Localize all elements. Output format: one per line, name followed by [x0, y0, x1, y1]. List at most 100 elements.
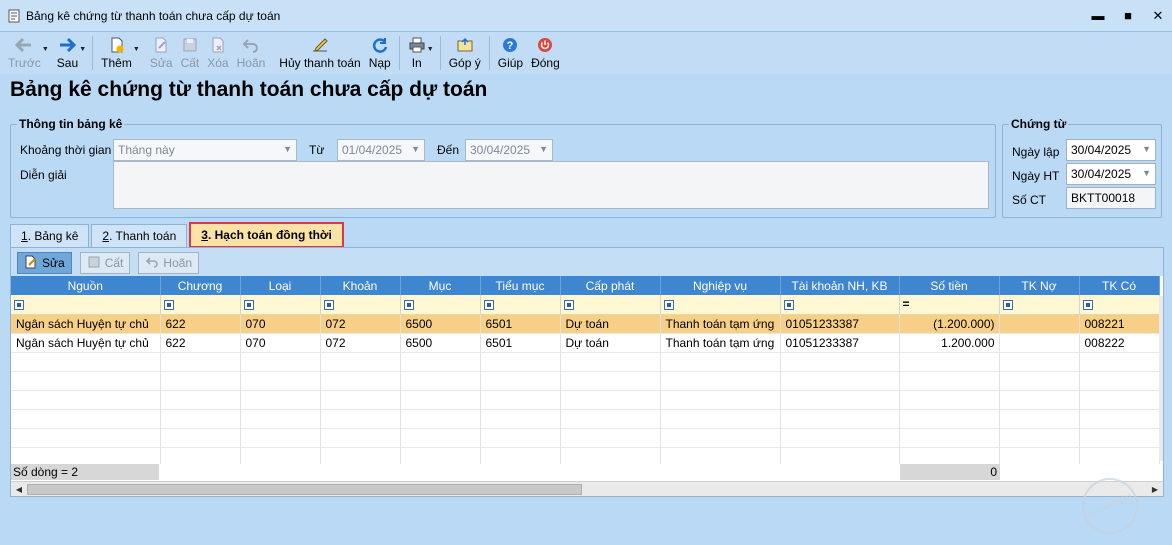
col-header[interactable]: Số tiền	[899, 276, 1000, 295]
scroll-thumb[interactable]	[27, 484, 582, 495]
cancel-payment-button[interactable]: Hủy thanh toán	[275, 32, 364, 72]
filter-cell[interactable]	[11, 295, 161, 315]
grid-edit-button[interactable]: Sửa	[17, 252, 72, 274]
from-date-picker[interactable]: 01/04/2025 ▼	[337, 139, 425, 161]
posting-date-picker[interactable]: 30/04/2025 ▼	[1066, 163, 1156, 185]
empty-row[interactable]	[11, 371, 1160, 391]
col-header[interactable]: TK Có	[1079, 276, 1160, 295]
filter-icon	[1082, 300, 1093, 311]
tab-panel: Sửa Cất Hoãn Nguồn Chương Loại Khoản Mục	[10, 247, 1164, 497]
chevron-down-icon[interactable]: ▼	[427, 46, 434, 53]
delete-icon	[209, 35, 227, 55]
col-header[interactable]: Loại	[240, 276, 321, 295]
col-header[interactable]: Mục	[400, 276, 481, 295]
add-doc-icon	[108, 35, 126, 55]
col-header[interactable]: TK Nợ	[999, 276, 1080, 295]
empty-row[interactable]	[11, 409, 1160, 429]
chevron-down-icon[interactable]: ▼	[79, 46, 86, 53]
amount-total: 0	[900, 464, 1000, 480]
horizontal-scrollbar[interactable]: ◀ ▶	[11, 481, 1163, 496]
col-header[interactable]: Nguồn	[11, 276, 161, 295]
col-header[interactable]: Tài khoản NH, KB	[780, 276, 900, 295]
chevron-down-icon: ▼	[1142, 168, 1151, 178]
filter-cell[interactable]	[400, 295, 481, 315]
col-header[interactable]: Nghiệp vụ	[660, 276, 781, 295]
posting-date-label: Ngày HT	[1012, 169, 1060, 183]
chevron-down-icon[interactable]: ▼	[42, 46, 49, 53]
scroll-left-icon[interactable]: ◀	[12, 482, 26, 496]
filter-cell[interactable]	[480, 295, 561, 315]
description-input[interactable]	[113, 161, 989, 209]
filter-cell[interactable]: =	[899, 295, 1000, 315]
grid-save-button[interactable]: Cất	[79, 252, 131, 274]
filter-icon	[483, 300, 494, 311]
scroll-right-icon[interactable]: ▶	[1148, 482, 1162, 496]
to-date-picker[interactable]: 30/04/2025 ▼	[465, 139, 553, 161]
empty-row[interactable]	[11, 428, 1160, 448]
empty-row[interactable]	[11, 390, 1160, 410]
voucher-no-field[interactable]: BKTT00018	[1066, 187, 1156, 209]
equals-icon: =	[902, 297, 910, 312]
col-header[interactable]: Cấp phát	[560, 276, 661, 295]
print-icon	[408, 35, 426, 55]
voucher-group-legend: Chứng từ	[1009, 117, 1069, 131]
undo-button[interactable]: Hoãn	[233, 32, 270, 72]
filter-cell[interactable]	[560, 295, 661, 315]
grid-undo-button[interactable]: Hoãn	[138, 252, 200, 274]
reload-button[interactable]: Nạp	[365, 32, 395, 72]
table-row[interactable]: Ngân sách Huyện tự chủ 622 070 072 6500 …	[11, 314, 1160, 334]
print-button[interactable]: In ▼	[404, 32, 434, 72]
description-label: Diễn giải	[20, 168, 67, 182]
filter-icon	[403, 300, 414, 311]
delete-button[interactable]: Xóa	[203, 32, 232, 72]
next-button[interactable]: Sau ▼	[53, 32, 86, 72]
close-app-button[interactable]: Đóng	[527, 32, 564, 72]
col-header[interactable]: Khoản	[320, 276, 401, 295]
svg-text:?: ?	[507, 40, 514, 52]
filter-cell[interactable]	[1079, 295, 1160, 315]
row-count: Số dòng = 2	[11, 464, 159, 480]
main-toolbar: Trước ▼ Sau ▼ Thêm ▼ Sửa Cất Xóa Hoãn Hủ…	[0, 32, 1172, 74]
undo-icon	[145, 255, 159, 272]
tab-thanh-toan[interactable]: 2. Thanh toán	[91, 224, 188, 247]
help-button[interactable]: ? Giúp	[494, 32, 527, 72]
feedback-button[interactable]: Góp ý	[445, 32, 485, 72]
close-button[interactable]: ✕	[1150, 8, 1166, 24]
filter-cell[interactable]	[320, 295, 401, 315]
data-grid[interactable]: Nguồn Chương Loại Khoản Mục Tiểu mục Cấp…	[11, 276, 1163, 496]
filter-cell[interactable]	[780, 295, 900, 315]
prev-button[interactable]: Trước ▼	[4, 32, 49, 72]
tab-bang-ke[interactable]: 1. Bảng kê	[10, 224, 90, 247]
maximize-button[interactable]: ■	[1120, 8, 1136, 24]
save-button[interactable]: Cất	[177, 32, 204, 72]
voucher-date-picker[interactable]: 30/04/2025 ▼	[1066, 139, 1156, 161]
voucher-no-label: Số CT	[1012, 193, 1047, 207]
add-button[interactable]: Thêm ▼	[97, 32, 140, 72]
col-header[interactable]: Tiểu mục	[480, 276, 561, 295]
filter-cell[interactable]	[240, 295, 321, 315]
edit-button[interactable]: Sửa	[146, 32, 177, 72]
chevron-down-icon: ▼	[411, 144, 420, 154]
table-row[interactable]: Ngân sách Huyện tự chủ 622 070 072 6500 …	[11, 333, 1160, 353]
col-header[interactable]: Chương	[160, 276, 241, 295]
period-select[interactable]: Tháng này ▼	[113, 139, 297, 161]
from-label: Từ	[309, 143, 325, 157]
filter-icon	[323, 300, 334, 311]
chevron-down-icon: ▼	[1142, 144, 1151, 154]
filter-icon	[163, 300, 174, 311]
empty-row[interactable]	[11, 352, 1160, 372]
window-title: Bảng kê chứng từ thanh toán chưa cấp dự …	[26, 8, 281, 23]
filter-cell[interactable]	[999, 295, 1080, 315]
filter-icon	[663, 300, 674, 311]
save-icon	[181, 35, 199, 55]
filter-cell[interactable]	[660, 295, 781, 315]
chevron-down-icon[interactable]: ▼	[133, 46, 140, 53]
info-group-legend: Thông tin bảng kê	[17, 117, 125, 131]
filter-cell[interactable]	[160, 295, 241, 315]
vertical-scrollbar[interactable]	[1159, 296, 1163, 461]
save-icon	[87, 255, 101, 272]
arrow-left-icon	[14, 35, 34, 55]
undo-icon	[242, 35, 260, 55]
tab-hach-toan-dong-thoi[interactable]: 3. Hạch toán đồng thời	[189, 222, 344, 248]
minimize-button[interactable]: ▬	[1090, 8, 1106, 24]
